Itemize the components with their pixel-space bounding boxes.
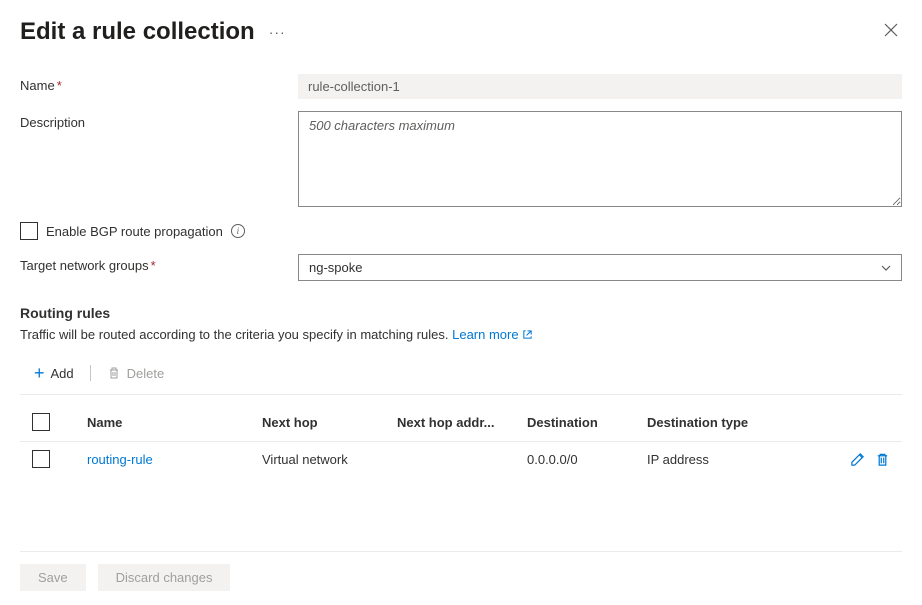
required-indicator: * [57, 78, 62, 93]
delete-rule-button[interactable]: Delete [105, 362, 167, 385]
external-link-icon [522, 329, 533, 340]
table-header: Name Next hop Next hop addr... Destinati… [20, 403, 902, 442]
bgp-checkbox[interactable] [20, 222, 38, 240]
rule-name-link[interactable]: routing-rule [87, 452, 153, 467]
more-actions-button[interactable]: ··· [269, 24, 286, 40]
column-destination-type[interactable]: Destination type [647, 415, 830, 430]
discard-button[interactable]: Discard changes [98, 564, 231, 591]
target-groups-select[interactable]: ng-spoke [298, 254, 902, 281]
plus-icon: + [34, 364, 45, 382]
info-icon[interactable]: i [231, 224, 245, 238]
delete-label: Delete [127, 366, 165, 381]
routing-rules-title: Routing rules [20, 305, 902, 321]
name-input [298, 74, 902, 99]
learn-more-link[interactable]: Learn more [452, 327, 532, 342]
required-indicator: * [151, 258, 156, 273]
toolbar-separator [90, 365, 91, 381]
save-button[interactable]: Save [20, 564, 86, 591]
delete-row-icon[interactable] [875, 452, 890, 467]
target-groups-value: ng-spoke [309, 260, 362, 275]
row-checkbox[interactable] [32, 450, 50, 468]
routing-rules-description: Traffic will be routed according to the … [20, 327, 902, 342]
description-textarea[interactable] [298, 111, 902, 207]
select-all-checkbox[interactable] [32, 413, 50, 431]
target-groups-label: Target network groups* [20, 254, 298, 273]
column-next-hop-addr[interactable]: Next hop addr... [397, 415, 527, 430]
name-label: Name* [20, 74, 298, 93]
description-label: Description [20, 111, 298, 130]
chevron-down-icon [881, 263, 891, 273]
close-button[interactable] [880, 19, 902, 46]
table-row: routing-rule Virtual network 0.0.0.0/0 I… [20, 442, 902, 476]
rule-destination-type: IP address [647, 452, 830, 467]
edit-icon[interactable] [850, 452, 865, 467]
page-title: Edit a rule collection [20, 18, 255, 46]
bgp-label: Enable BGP route propagation [46, 224, 223, 239]
close-icon [884, 23, 898, 37]
trash-icon [107, 366, 121, 380]
column-name[interactable]: Name [87, 415, 262, 430]
rule-next-hop: Virtual network [262, 452, 397, 467]
column-destination[interactable]: Destination [527, 415, 647, 430]
rule-destination: 0.0.0.0/0 [527, 452, 647, 467]
add-rule-button[interactable]: + Add [32, 360, 76, 386]
column-next-hop[interactable]: Next hop [262, 415, 397, 430]
add-label: Add [51, 366, 74, 381]
